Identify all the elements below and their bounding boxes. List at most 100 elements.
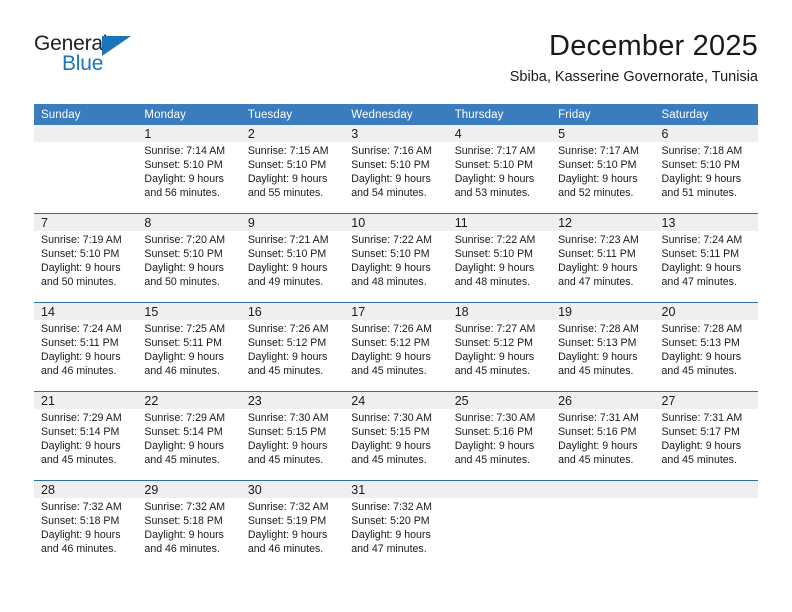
day-number: 23 <box>240 392 345 409</box>
day-number <box>654 481 758 498</box>
calendar-day-cell[interactable]: 25 Sunrise: 7:30 AM Sunset: 5:16 PM Dayli… <box>447 391 552 481</box>
day-cell-content: 28 Sunrise: 7:32 AM Sunset: 5:18 PM Dayli… <box>34 481 138 569</box>
day-cell-content: 22 Sunrise: 7:29 AM Sunset: 5:14 PM Dayli… <box>137 392 241 480</box>
calendar-day-cell[interactable]: 30 Sunrise: 7:32 AM Sunset: 5:19 PM Dayli… <box>240 480 345 569</box>
sun-times-detail: Sunrise: 7:31 AM Sunset: 5:16 PM Dayligh… <box>558 412 639 466</box>
day-number: 22 <box>137 392 241 409</box>
page-subtitle: Sbiba, Kasserine Governorate, Tunisia <box>509 69 758 85</box>
sun-times-detail: Sunrise: 7:32 AM Sunset: 5:18 PM Dayligh… <box>41 501 122 555</box>
day-cell-content: 4 Sunrise: 7:17 AM Sunset: 5:10 PM Daylig… <box>447 125 552 213</box>
day-cell-content: 13 Sunrise: 7:24 AM Sunset: 5:11 PM Dayli… <box>654 214 758 302</box>
calendar-day-cell[interactable]: 19 Sunrise: 7:28 AM Sunset: 5:13 PM Dayli… <box>551 302 655 392</box>
weekday-header-row: Sunday Monday Tuesday Wednesday Thursday Frid… <box>34 104 758 125</box>
day-cell-content: 16 Sunrise: 7:26 AM Sunset: 5:12 PM Dayli… <box>240 303 345 391</box>
calendar-day-cell[interactable]: 2 Sunrise: 7:15 AM Sunset: 5:10 PM Daylig… <box>240 125 345 214</box>
calendar-day-cell[interactable]: 13 Sunrise: 7:24 AM Sunset: 5:11 PM Dayli… <box>654 213 758 303</box>
page-title: December 2025 <box>549 30 758 62</box>
sunrise-sunset-calendar-table: Sunday Monday Tuesday Wednesday Thursday Frid… <box>34 104 758 569</box>
weekday-header-wednesday: Wednesday <box>344 104 448 125</box>
calendar-week-row: 28 Sunrise: 7:32 AM Sunset: 5:18 PM Dayli… <box>34 480 758 569</box>
day-cell-content: 19 Sunrise: 7:28 AM Sunset: 5:13 PM Dayli… <box>551 303 655 391</box>
day-number: 27 <box>654 392 758 409</box>
day-cell-content: 21 Sunrise: 7:29 AM Sunset: 5:14 PM Dayli… <box>34 392 138 480</box>
calendar-day-cell[interactable]: 3 Sunrise: 7:16 AM Sunset: 5:10 PM Daylig… <box>344 125 448 214</box>
day-number: 26 <box>551 392 655 409</box>
sun-times-detail: Sunrise: 7:14 AM Sunset: 5:10 PM Dayligh… <box>144 145 226 199</box>
calendar-day-cell[interactable]: 20 Sunrise: 7:28 AM Sunset: 5:13 PM Dayli… <box>654 302 758 392</box>
calendar-day-cell[interactable]: 16 Sunrise: 7:26 AM Sunset: 5:12 PM Dayli… <box>240 302 345 392</box>
calendar-week-row: 7 Sunrise: 7:19 AM Sunset: 5:10 PM Daylig… <box>34 213 758 303</box>
calendar-day-cell[interactable]: 18 Sunrise: 7:27 AM Sunset: 5:12 PM Dayli… <box>447 302 552 392</box>
sun-times-detail: Sunrise: 7:20 AM Sunset: 5:10 PM Dayligh… <box>144 234 226 288</box>
sun-times-detail: Sunrise: 7:26 AM Sunset: 5:12 PM Dayligh… <box>351 323 432 377</box>
sun-times-detail: Sunrise: 7:22 AM Sunset: 5:10 PM Dayligh… <box>454 234 536 288</box>
calendar-day-cell[interactable]: 27 Sunrise: 7:31 AM Sunset: 5:17 PM Dayli… <box>654 391 758 481</box>
day-number: 14 <box>34 303 138 320</box>
weekday-header-sunday: Sunday <box>34 104 138 125</box>
day-cell-content: 3 Sunrise: 7:16 AM Sunset: 5:10 PM Daylig… <box>344 125 448 213</box>
day-number: 2 <box>240 125 345 142</box>
day-number: 28 <box>34 481 138 498</box>
calendar-day-cell[interactable]: 31 Sunrise: 7:32 AM Sunset: 5:20 PM Dayli… <box>344 480 448 569</box>
calendar-day-cell[interactable]: 10 Sunrise: 7:22 AM Sunset: 5:10 PM Dayli… <box>344 213 448 303</box>
weekday-header-tuesday: Tuesday <box>240 104 345 125</box>
calendar-day-cell[interactable]: 24 Sunrise: 7:30 AM Sunset: 5:15 PM Dayli… <box>344 391 448 481</box>
day-cell-content: 12 Sunrise: 7:23 AM Sunset: 5:11 PM Dayli… <box>551 214 655 302</box>
calendar-day-cell[interactable]: 26 Sunrise: 7:31 AM Sunset: 5:16 PM Dayli… <box>551 391 655 481</box>
calendar-day-cell <box>654 480 758 569</box>
sun-times-detail <box>551 498 654 500</box>
day-number: 29 <box>137 481 241 498</box>
calendar-day-cell[interactable]: 21 Sunrise: 7:29 AM Sunset: 5:14 PM Dayli… <box>34 391 138 481</box>
calendar-day-cell[interactable]: 9 Sunrise: 7:21 AM Sunset: 5:10 PM Daylig… <box>240 213 345 303</box>
calendar-day-cell[interactable]: 7 Sunrise: 7:19 AM Sunset: 5:10 PM Daylig… <box>34 213 138 303</box>
calendar-day-cell[interactable]: 8 Sunrise: 7:20 AM Sunset: 5:10 PM Daylig… <box>137 213 241 303</box>
sun-times-detail: Sunrise: 7:22 AM Sunset: 5:10 PM Dayligh… <box>351 234 432 288</box>
day-number: 20 <box>654 303 758 320</box>
day-cell-content: 1 Sunrise: 7:14 AM Sunset: 5:10 PM Daylig… <box>137 125 241 213</box>
sun-times-detail: Sunrise: 7:31 AM Sunset: 5:17 PM Dayligh… <box>661 412 743 466</box>
sun-times-detail: Sunrise: 7:28 AM Sunset: 5:13 PM Dayligh… <box>661 323 743 377</box>
day-cell-content: 9 Sunrise: 7:21 AM Sunset: 5:10 PM Daylig… <box>240 214 345 302</box>
sun-times-detail: Sunrise: 7:32 AM Sunset: 5:19 PM Dayligh… <box>247 501 329 555</box>
calendar-body: 1 Sunrise: 7:14 AM Sunset: 5:10 PM Daylig… <box>34 125 758 569</box>
triangle-icon <box>102 36 131 56</box>
day-number <box>447 481 552 498</box>
sun-times-detail: Sunrise: 7:24 AM Sunset: 5:11 PM Dayligh… <box>661 234 743 288</box>
sun-times-detail: Sunrise: 7:29 AM Sunset: 5:14 PM Dayligh… <box>144 412 226 466</box>
calendar-week-row: 21 Sunrise: 7:29 AM Sunset: 5:14 PM Dayli… <box>34 391 758 481</box>
calendar-day-cell[interactable]: 22 Sunrise: 7:29 AM Sunset: 5:14 PM Dayli… <box>137 391 241 481</box>
calendar-day-cell[interactable]: 17 Sunrise: 7:26 AM Sunset: 5:12 PM Dayli… <box>344 302 448 392</box>
calendar-day-cell[interactable]: 1 Sunrise: 7:14 AM Sunset: 5:10 PM Daylig… <box>137 125 241 214</box>
sun-times-detail: Sunrise: 7:24 AM Sunset: 5:11 PM Dayligh… <box>41 323 122 377</box>
calendar-day-cell[interactable]: 4 Sunrise: 7:17 AM Sunset: 5:10 PM Daylig… <box>447 125 552 214</box>
sun-times-detail: Sunrise: 7:29 AM Sunset: 5:14 PM Dayligh… <box>41 412 122 466</box>
day-number: 30 <box>240 481 345 498</box>
calendar-day-cell[interactable]: 5 Sunrise: 7:17 AM Sunset: 5:10 PM Daylig… <box>551 125 655 214</box>
page-header: General Blue December 2025 Sbiba, Kasser… <box>34 28 758 98</box>
calendar-day-cell[interactable]: 28 Sunrise: 7:32 AM Sunset: 5:18 PM Dayli… <box>34 480 138 569</box>
calendar-day-cell[interactable]: 15 Sunrise: 7:25 AM Sunset: 5:11 PM Dayli… <box>137 302 241 392</box>
calendar-day-cell[interactable]: 6 Sunrise: 7:18 AM Sunset: 5:10 PM Daylig… <box>654 125 758 214</box>
day-cell-content: 7 Sunrise: 7:19 AM Sunset: 5:10 PM Daylig… <box>34 214 138 302</box>
day-number: 15 <box>137 303 241 320</box>
calendar-day-cell[interactable]: 11 Sunrise: 7:22 AM Sunset: 5:10 PM Dayli… <box>447 213 552 303</box>
general-blue-logo[interactable]: General Blue <box>34 32 174 84</box>
calendar-day-cell[interactable]: 12 Sunrise: 7:23 AM Sunset: 5:11 PM Dayli… <box>551 213 655 303</box>
weekday-header-monday: Monday <box>137 104 241 125</box>
day-cell-content: 18 Sunrise: 7:27 AM Sunset: 5:12 PM Dayli… <box>447 303 552 391</box>
sun-times-detail: Sunrise: 7:15 AM Sunset: 5:10 PM Dayligh… <box>247 145 329 199</box>
day-number: 13 <box>654 214 758 231</box>
weekday-header-thursday: Thursday <box>447 104 552 125</box>
day-cell-content: 20 Sunrise: 7:28 AM Sunset: 5:13 PM Dayli… <box>654 303 758 391</box>
calendar-day-cell[interactable]: 29 Sunrise: 7:32 AM Sunset: 5:18 PM Dayli… <box>137 480 241 569</box>
day-number: 5 <box>551 125 655 142</box>
sun-times-detail: Sunrise: 7:32 AM Sunset: 5:20 PM Dayligh… <box>351 501 432 555</box>
weekday-header-saturday: Saturday <box>654 104 758 125</box>
sun-times-detail: Sunrise: 7:26 AM Sunset: 5:12 PM Dayligh… <box>247 323 329 377</box>
calendar-day-cell[interactable]: 23 Sunrise: 7:30 AM Sunset: 5:15 PM Dayli… <box>240 391 345 481</box>
day-number: 24 <box>344 392 448 409</box>
sun-times-detail: Sunrise: 7:19 AM Sunset: 5:10 PM Dayligh… <box>41 234 122 288</box>
day-cell-content: 14 Sunrise: 7:24 AM Sunset: 5:11 PM Dayli… <box>34 303 138 391</box>
day-number <box>34 125 138 142</box>
calendar-day-cell[interactable]: 14 Sunrise: 7:24 AM Sunset: 5:11 PM Dayli… <box>34 302 138 392</box>
